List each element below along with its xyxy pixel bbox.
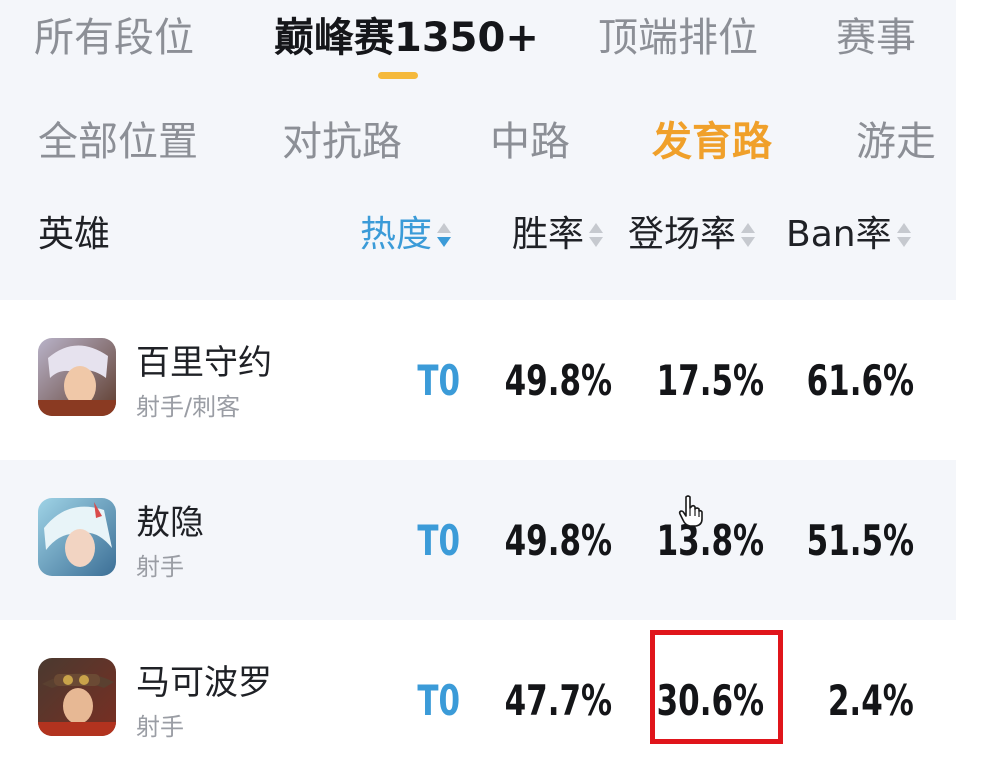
column-hero: 英雄 bbox=[38, 214, 111, 255]
hero-pick-rate: 17.5% bbox=[656, 356, 764, 405]
tab-roam[interactable]: 游走 bbox=[856, 116, 936, 168]
hero-win-rate: 49.8% bbox=[504, 356, 612, 405]
highlight-box bbox=[650, 630, 783, 744]
tab-farm-lane[interactable]: 发育路 bbox=[652, 116, 772, 168]
hero-role: 射手/刺客 bbox=[136, 393, 241, 421]
hero-avatar bbox=[38, 338, 116, 416]
hand-cursor-icon bbox=[678, 495, 703, 527]
column-win-rate[interactable]: 胜率 bbox=[512, 210, 604, 260]
table-row[interactable]: 敖隐 射手 T0 49.8% 13.8% 51.5% bbox=[0, 460, 956, 620]
column-heat[interactable]: 热度 bbox=[360, 210, 452, 260]
hero-name: 马可波罗 bbox=[136, 663, 272, 703]
tab-all-positions[interactable]: 全部位置 bbox=[38, 116, 198, 168]
tab-tournament[interactable]: 赛事 bbox=[836, 12, 916, 64]
sort-icon bbox=[896, 221, 912, 251]
right-margin bbox=[956, 0, 990, 769]
hero-ban-rate: 2.4% bbox=[828, 676, 914, 725]
hero-tier: T0 bbox=[417, 356, 460, 405]
sort-icon bbox=[740, 221, 756, 251]
tab-peak-1350[interactable]: 巅峰赛1350+ bbox=[274, 12, 539, 64]
hero-avatar bbox=[38, 658, 116, 736]
tab-clash-lane[interactable]: 对抗路 bbox=[282, 116, 402, 168]
tab-top-ranked[interactable]: 顶端排位 bbox=[598, 12, 758, 64]
hero-ban-rate: 61.6% bbox=[806, 356, 914, 405]
hero-ban-rate: 51.5% bbox=[806, 516, 914, 565]
hero-tier: T0 bbox=[417, 516, 460, 565]
hero-name: 敖隐 bbox=[136, 503, 204, 543]
table-row[interactable]: 马可波罗 射手 T0 47.7% 30.6% 2.4% bbox=[0, 620, 956, 780]
column-pick-rate[interactable]: 登场率 bbox=[628, 210, 756, 260]
table-row[interactable]: 百里守约 射手/刺客 T0 49.8% 17.5% 61.6% bbox=[0, 300, 956, 460]
hero-role: 射手 bbox=[136, 713, 184, 741]
hero-role: 射手 bbox=[136, 553, 184, 581]
active-tab-indicator bbox=[378, 72, 418, 79]
rank-tabs: 所有段位 巅峰赛1350+ 顶端排位 赛事 bbox=[0, 0, 956, 90]
sort-icon bbox=[588, 221, 604, 251]
tab-all-ranks[interactable]: 所有段位 bbox=[34, 12, 194, 64]
sort-icon bbox=[436, 221, 452, 251]
hero-win-rate: 47.7% bbox=[504, 676, 612, 725]
hero-avatar bbox=[38, 498, 116, 576]
hero-pick-rate: 13.8% bbox=[656, 516, 764, 565]
hero-tier: T0 bbox=[417, 676, 460, 725]
tab-mid-lane[interactable]: 中路 bbox=[490, 116, 570, 168]
hero-win-rate: 49.8% bbox=[504, 516, 612, 565]
hero-name: 百里守约 bbox=[136, 343, 272, 383]
column-ban-rate[interactable]: Ban率 bbox=[786, 210, 912, 260]
